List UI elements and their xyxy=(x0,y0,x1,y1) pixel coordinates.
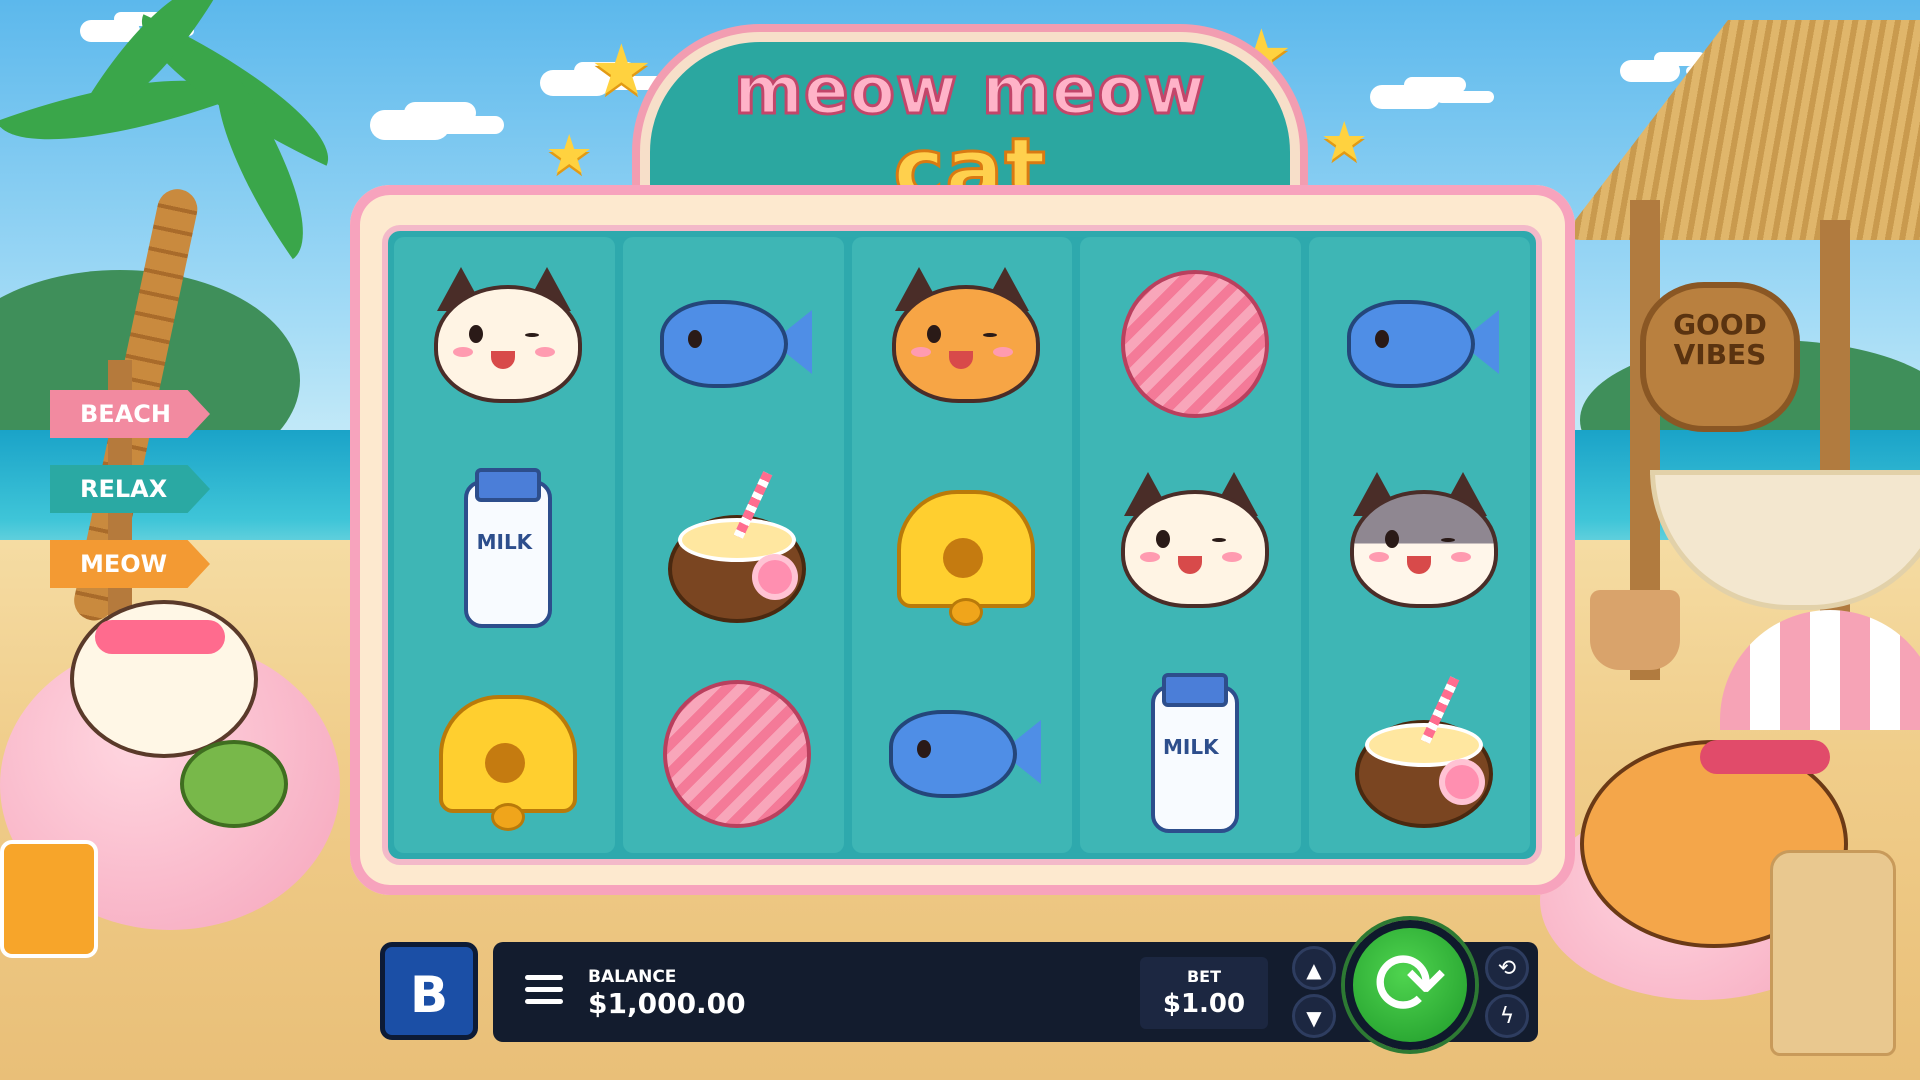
cat-eye xyxy=(926,324,941,343)
plant-pot-icon xyxy=(1590,590,1680,670)
fish-body xyxy=(1346,299,1475,388)
symbol-cat-gray xyxy=(1335,460,1505,630)
cat-eye xyxy=(1155,529,1170,548)
milk-label: MILK xyxy=(1162,735,1219,760)
balance-label: BALANCE xyxy=(588,967,677,987)
cat-blush xyxy=(1450,551,1471,562)
heart-sunglasses-icon xyxy=(1700,740,1830,774)
reel-5 xyxy=(1309,237,1530,853)
fish-body xyxy=(888,710,1017,799)
sign-beach: BEACH xyxy=(50,390,210,438)
menu-icon-line xyxy=(525,999,563,1004)
symbol-coconut-drink xyxy=(1335,665,1505,835)
bet-display: BET $1.00 xyxy=(1140,957,1268,1029)
spin-button[interactable]: ⟳ xyxy=(1345,920,1475,1050)
symbol-milk: MILK xyxy=(1106,665,1276,835)
bell-clapper xyxy=(948,597,983,626)
game-title-line1: meow meow xyxy=(733,51,1207,131)
milk-cap xyxy=(475,467,542,502)
cat-blush xyxy=(910,346,931,357)
symbol-yarn xyxy=(648,665,818,835)
reel-grid: MILK MILK xyxy=(382,225,1542,865)
provider-logo-button[interactable]: B xyxy=(380,942,478,1040)
star-icon: ★ xyxy=(545,123,594,186)
juice-glass-icon xyxy=(0,840,98,958)
cat-face xyxy=(891,284,1040,403)
reel-4: MILK xyxy=(1080,237,1302,853)
reel-2 xyxy=(622,237,844,853)
menu-icon-line xyxy=(525,975,563,980)
coconut-top xyxy=(1364,723,1483,768)
symbol-milk: MILK xyxy=(419,460,589,630)
bet-increase-button[interactable]: ▲ xyxy=(1292,946,1336,990)
cat-blush xyxy=(535,346,556,357)
sign-relax: RELAX xyxy=(50,465,210,513)
cat-blush xyxy=(1368,551,1389,562)
cat-blush xyxy=(992,346,1013,357)
menu-button[interactable] xyxy=(525,975,563,1007)
yarn-ball xyxy=(663,680,812,829)
milk-bottle xyxy=(464,479,553,628)
bell-clapper xyxy=(491,803,526,832)
reel-3 xyxy=(851,237,1073,853)
cat-blush xyxy=(1139,551,1160,562)
star-icon: ★ xyxy=(590,29,653,111)
cat-eye-wink xyxy=(1440,537,1455,542)
cloud xyxy=(1620,60,1680,82)
fish-eye xyxy=(1374,329,1389,348)
good-vibes-line1: GOOD xyxy=(1673,308,1767,341)
good-vibes-sign: GOOD VIBES xyxy=(1640,282,1800,432)
symbol-cat-orange xyxy=(877,255,1047,425)
heart-sunglasses-icon xyxy=(95,620,225,654)
flower-icon xyxy=(758,559,793,594)
cat-face xyxy=(1349,489,1498,608)
sandcastle-icon xyxy=(1770,850,1896,1056)
symbol-coconut-drink xyxy=(648,460,818,630)
cloud xyxy=(370,110,450,140)
symbol-fish xyxy=(648,255,818,425)
flower-icon xyxy=(1444,765,1479,800)
good-vibes-line2: VIBES xyxy=(1673,338,1767,371)
symbol-bell xyxy=(877,460,1047,630)
symbol-fish xyxy=(877,665,1047,835)
cat-blush xyxy=(1221,551,1242,562)
cat-face xyxy=(434,284,583,403)
cat-eye xyxy=(1384,529,1399,548)
reel-1: MILK xyxy=(394,237,615,853)
bet-decrease-button[interactable]: ▼ xyxy=(1292,994,1336,1038)
fish-body xyxy=(660,299,789,388)
symbol-bell xyxy=(419,665,589,835)
cat-blush xyxy=(453,346,474,357)
symbol-cat-white xyxy=(419,255,589,425)
cat-eye-wink xyxy=(525,332,540,337)
turbo-button[interactable]: ϟ xyxy=(1485,994,1529,1038)
paw-icon xyxy=(942,537,983,578)
symbol-fish xyxy=(1335,255,1505,425)
milk-cap xyxy=(1161,673,1228,708)
milk-bottle xyxy=(1150,685,1239,834)
cat-eye-wink xyxy=(1211,537,1226,542)
fish-eye xyxy=(688,329,703,348)
bet-label: BET xyxy=(1186,967,1222,986)
yarn-ball xyxy=(1120,269,1269,418)
autoplay-button[interactable]: ⟲ xyxy=(1485,946,1529,990)
balance-value: $1,000.00 xyxy=(588,987,746,1020)
sign-meow: MEOW xyxy=(50,540,210,588)
cloud xyxy=(1370,85,1440,109)
symbol-yarn xyxy=(1106,255,1276,425)
symbol-cat-white xyxy=(1106,460,1276,630)
milk-label: MILK xyxy=(476,529,533,554)
star-icon: ★ xyxy=(1320,110,1369,173)
coconut-icon xyxy=(180,740,288,828)
bet-value: $1.00 xyxy=(1162,989,1246,1019)
cat-face xyxy=(1120,489,1269,608)
menu-icon-line xyxy=(525,987,563,992)
cat-eye-wink xyxy=(982,332,997,337)
